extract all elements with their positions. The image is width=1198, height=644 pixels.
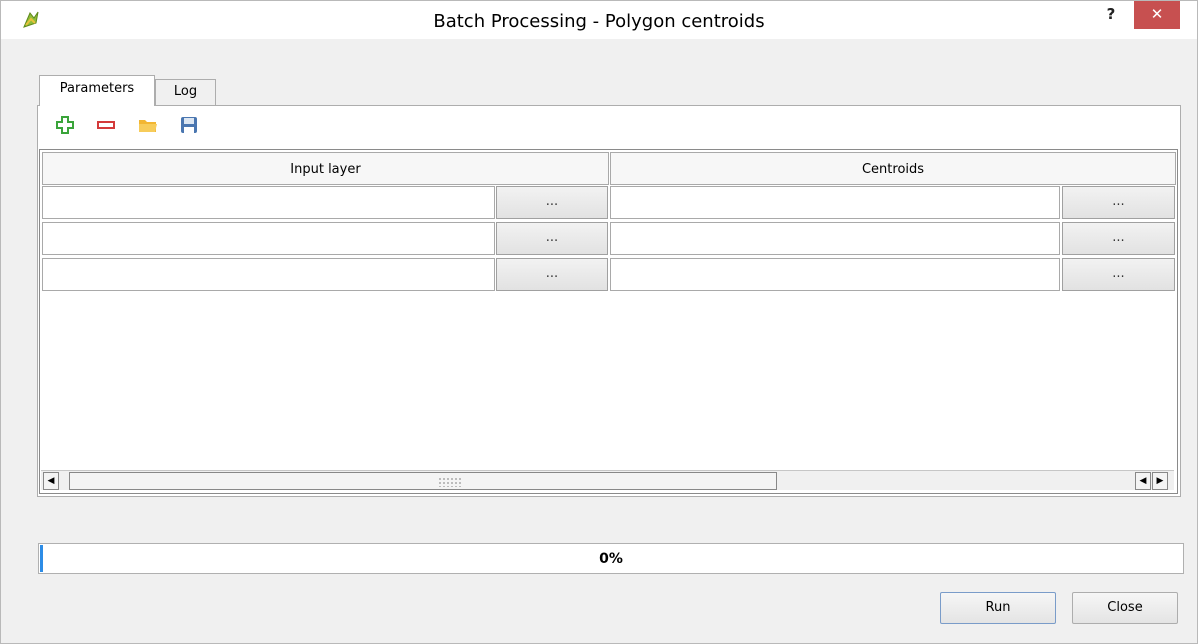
centroids-output-field[interactable]: [610, 186, 1060, 219]
centroids-output-field[interactable]: [610, 222, 1060, 255]
add-row-icon[interactable]: [54, 114, 76, 136]
batch-processing-dialog: Batch Processing - Polygon centroids ? ✕…: [0, 0, 1198, 644]
window-close-button[interactable]: ✕: [1134, 1, 1180, 29]
batch-table: Input layer Centroids ... ... ... ... ..…: [39, 149, 1178, 494]
title-bar[interactable]: Batch Processing - Polygon centroids ? ✕: [1, 1, 1197, 39]
run-button[interactable]: Run: [940, 592, 1056, 624]
centroids-browse-button[interactable]: ...: [1062, 222, 1175, 255]
input-layer-field[interactable]: [42, 222, 495, 255]
grip-icon: [438, 477, 462, 487]
horizontal-scrollbar[interactable]: ◀ ◀ ▶: [41, 470, 1174, 490]
centroids-browse-button[interactable]: ...: [1062, 258, 1175, 291]
progress-label: 0%: [599, 551, 623, 567]
input-layer-browse-button[interactable]: ...: [496, 186, 608, 219]
column-header-input-layer[interactable]: Input layer: [42, 152, 609, 185]
column-header-centroids[interactable]: Centroids: [610, 152, 1176, 185]
scroll-left-arrow-icon[interactable]: ◀: [43, 472, 59, 490]
tab-parameters[interactable]: Parameters: [39, 75, 155, 106]
scrollbar-thumb[interactable]: [69, 472, 777, 490]
progress-bar: 0%: [38, 543, 1184, 574]
help-button[interactable]: ?: [1091, 1, 1131, 29]
centroids-output-field[interactable]: [610, 258, 1060, 291]
open-folder-icon[interactable]: [137, 114, 159, 136]
input-layer-field[interactable]: [42, 186, 495, 219]
centroids-browse-button[interactable]: ...: [1062, 186, 1175, 219]
close-button[interactable]: Close: [1072, 592, 1178, 624]
tab-log[interactable]: Log: [155, 79, 216, 105]
input-layer-browse-button[interactable]: ...: [496, 222, 608, 255]
input-layer-field[interactable]: [42, 258, 495, 291]
scroll-right-arrow-icon[interactable]: ▶: [1152, 472, 1168, 490]
remove-row-icon[interactable]: [95, 114, 117, 136]
input-layer-browse-button[interactable]: ...: [496, 258, 608, 291]
window-title: Batch Processing - Polygon centroids: [433, 11, 765, 32]
scroll-left-arrow-icon[interactable]: ◀: [1135, 472, 1151, 490]
save-icon[interactable]: [178, 114, 200, 136]
